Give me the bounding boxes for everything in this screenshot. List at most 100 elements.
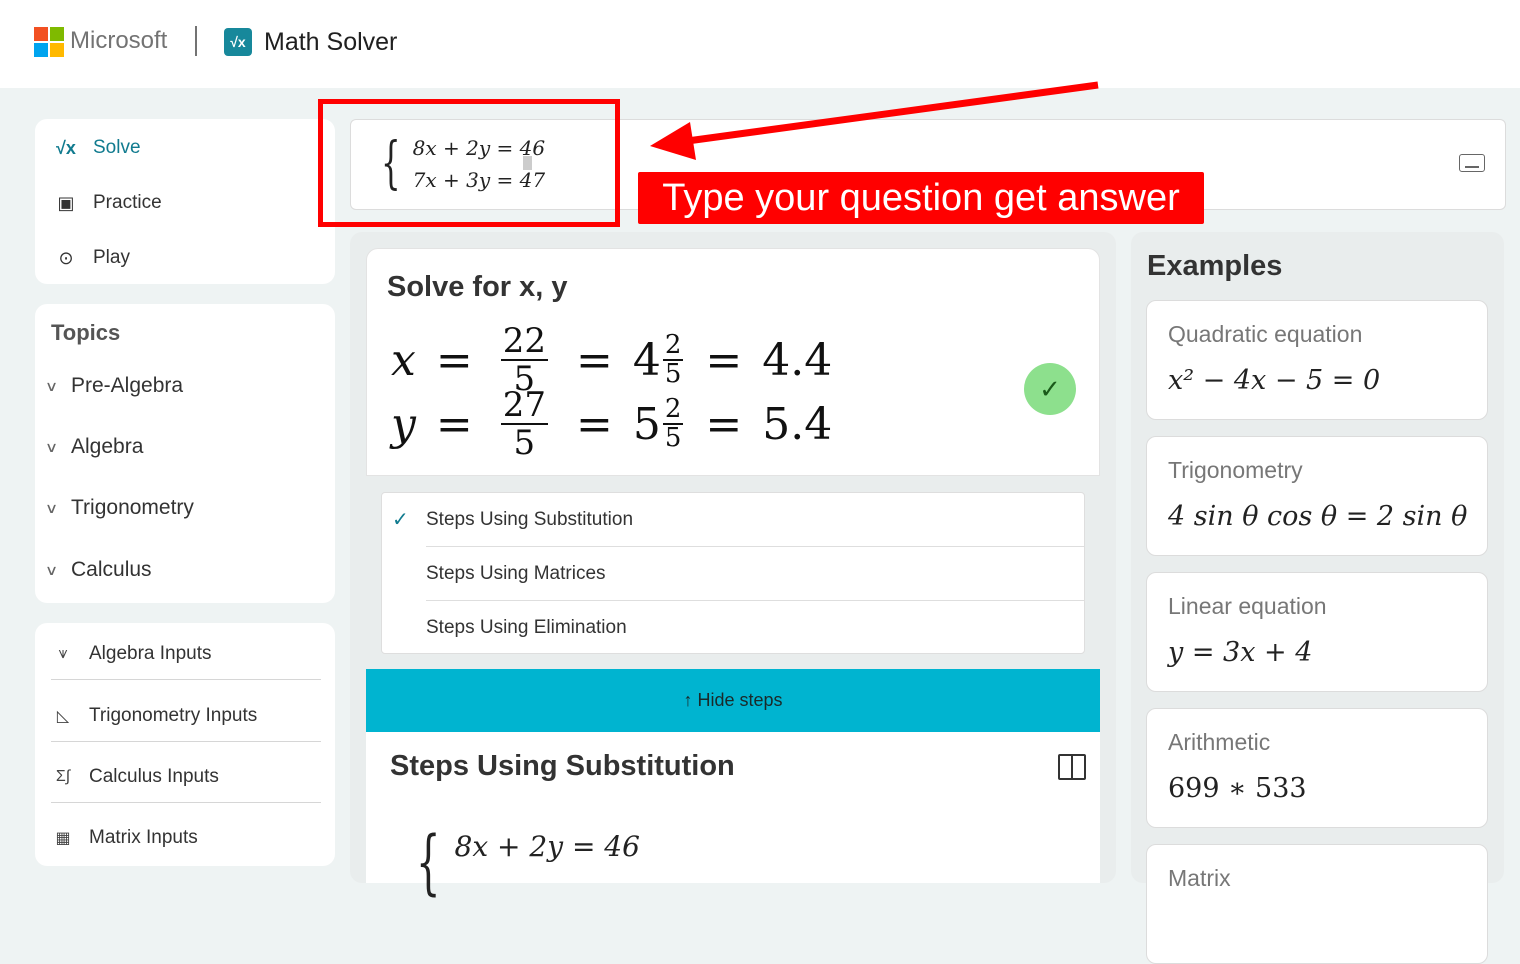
- topic-trigonometry[interactable]: ∨ Trigonometry: [44, 496, 194, 520]
- annotation-highlight-box: [318, 99, 620, 227]
- example-card-linear[interactable]: Linear equation y = 3x + 4: [1146, 572, 1488, 692]
- top-header: Microsoft √x Math Solver: [0, 0, 1520, 88]
- nav-item-label: Practice: [93, 192, 162, 213]
- arrow-up-icon: ↑: [683, 690, 693, 710]
- equals-sign: =: [705, 398, 743, 450]
- annotation-arrow-icon: [650, 81, 1099, 160]
- topic-label: Pre-Algebra: [71, 374, 184, 397]
- practice-icon: ▣: [57, 192, 75, 213]
- topics-title: Topics: [51, 320, 121, 345]
- matrix-icon: ▦: [55, 830, 71, 847]
- steps-equation: { 8x + 2y = 46: [406, 827, 640, 897]
- gamepad-icon: ⊙: [58, 247, 74, 268]
- chevron-down-icon: ∨: [44, 499, 59, 516]
- equals-sign: =: [435, 398, 473, 450]
- example-formula: 4 sin θ cos θ = 2 sin θ: [1168, 501, 1468, 532]
- math-solver-logo-icon[interactable]: √x: [224, 28, 252, 56]
- nav-item-practice[interactable]: ▣ Practice: [53, 192, 162, 214]
- examples-panel: Examples Quadratic equation x² − 4x − 5 …: [1131, 232, 1504, 964]
- nav-item-solve[interactable]: √x Solve: [53, 137, 141, 159]
- example-name: Matrix: [1168, 865, 1231, 891]
- solve-title: Solve for x, y: [387, 271, 568, 303]
- nav-item-play[interactable]: ⊙ Play: [53, 247, 130, 269]
- topic-pre-algebra[interactable]: ∨ Pre-Algebra: [44, 374, 184, 398]
- fraction-numerator: 22: [500, 321, 548, 361]
- keyboard-icon[interactable]: [1459, 154, 1485, 172]
- example-name: Trigonometry: [1168, 457, 1303, 483]
- chevron-down-icon: ∨: [44, 438, 59, 455]
- x-result: x = 22 5 = 425 = 4.4: [391, 323, 832, 397]
- topic-label: Trigonometry: [71, 496, 194, 519]
- hide-steps-label: Hide steps: [697, 690, 783, 710]
- example-card-quadratic[interactable]: Quadratic equation x² − 4x − 5 = 0: [1146, 300, 1488, 420]
- input-types-panel: ⩛ Algebra Inputs ◺ Trigonometry Inputs Σ…: [35, 623, 335, 866]
- y-result: y = 27 5 = 525 = 5.4: [391, 387, 832, 461]
- fraction-numerator: 2: [662, 394, 684, 425]
- hide-steps-button[interactable]: ↑ Hide steps: [366, 669, 1100, 732]
- sigma-integral-icon: Σ∫: [55, 768, 71, 785]
- microsoft-logo-icon[interactable]: [34, 27, 64, 57]
- calculus-inputs-link[interactable]: Σ∫ Calculus Inputs: [51, 766, 321, 803]
- fraction-numerator: 2: [662, 330, 684, 361]
- checkmark-icon: ✓: [392, 509, 409, 531]
- equals-sign: =: [576, 398, 613, 450]
- example-name: Quadratic equation: [1168, 321, 1363, 347]
- chevron-down-icon: ∨: [44, 377, 59, 394]
- method-substitution[interactable]: Steps Using Substitution: [426, 493, 1084, 547]
- method-elimination[interactable]: Steps Using Elimination: [426, 601, 1084, 654]
- example-formula: 699 ∗ 533: [1168, 773, 1307, 804]
- input-item-label: Matrix Inputs: [89, 827, 198, 848]
- triangle-icon: ◺: [56, 708, 70, 725]
- microsoft-brand[interactable]: Microsoft: [70, 27, 167, 55]
- main-nav: √x Solve ▣ Practice ⊙ Play: [35, 119, 335, 284]
- decimal-value: 5.4: [762, 398, 833, 450]
- equals-sign: =: [435, 334, 473, 386]
- equals-sign: =: [705, 334, 743, 386]
- solution-card: Solve for x, y x = 22 5 = 425 = 4.4 y = 2…: [366, 248, 1100, 476]
- example-card-arithmetic[interactable]: Arithmetic 699 ∗ 533: [1146, 708, 1488, 828]
- steps-section: Steps Using Substitution { 8x + 2y = 46: [366, 732, 1100, 897]
- chevron-down-icon: ∨: [44, 561, 59, 578]
- examples-title: Examples: [1147, 250, 1283, 282]
- trigonometry-inputs-link[interactable]: ◺ Trigonometry Inputs: [51, 705, 321, 742]
- example-name: Arithmetic: [1168, 729, 1271, 755]
- app-title[interactable]: Math Solver: [264, 28, 397, 57]
- example-formula: x² − 4x − 5 = 0: [1168, 365, 1381, 396]
- example-formula: y = 3x + 4: [1168, 637, 1313, 668]
- method-matrices[interactable]: Steps Using Matrices: [426, 547, 1084, 601]
- example-card-matrix[interactable]: Matrix: [1146, 844, 1488, 964]
- mixed-whole: 5: [632, 398, 661, 450]
- input-item-label: Trigonometry Inputs: [89, 705, 258, 726]
- annotation-label: Type your question get answer: [638, 172, 1204, 224]
- topic-label: Algebra: [71, 435, 144, 458]
- steps-title: Steps Using Substitution: [390, 750, 735, 782]
- input-item-label: Algebra Inputs: [89, 643, 212, 664]
- graph-icon: ⩛: [58, 645, 68, 662]
- fraction-denominator: 5: [664, 423, 682, 453]
- algebra-inputs-link[interactable]: ⩛ Algebra Inputs: [51, 643, 321, 680]
- header-divider: [195, 26, 197, 56]
- method-selector: ✓ Steps Using Substitution Steps Using M…: [381, 492, 1085, 654]
- fraction-denominator: 5: [664, 359, 682, 389]
- input-item-label: Calculus Inputs: [89, 766, 219, 787]
- topic-algebra[interactable]: ∨ Algebra: [44, 435, 144, 459]
- nav-item-label: Play: [93, 247, 130, 268]
- fraction-numerator: 27: [500, 385, 548, 425]
- mixed-whole: 4: [632, 334, 661, 386]
- topics-panel: Topics ∨ Pre-Algebra ∨ Algebra ∨ Trigono…: [35, 304, 335, 603]
- brace-icon: {: [416, 821, 441, 903]
- result-variable: y: [391, 398, 416, 450]
- result-variable: x: [391, 334, 416, 386]
- example-name: Linear equation: [1168, 593, 1327, 619]
- verified-check-icon: ✓: [1024, 363, 1076, 415]
- equals-sign: =: [575, 334, 613, 386]
- steps-equation-line-1: 8x + 2y = 46: [454, 830, 640, 863]
- nav-item-label: Solve: [93, 137, 141, 158]
- immersive-reader-icon[interactable]: [1058, 754, 1086, 780]
- example-card-trigonometry[interactable]: Trigonometry 4 sin θ cos θ = 2 sin θ: [1146, 436, 1488, 556]
- topic-calculus[interactable]: ∨ Calculus: [44, 558, 152, 582]
- decimal-value: 4.4: [762, 334, 833, 386]
- fraction-denominator: 5: [513, 423, 536, 463]
- sqrt-icon: √x: [56, 137, 76, 158]
- matrix-inputs-link[interactable]: ▦ Matrix Inputs: [51, 827, 321, 863]
